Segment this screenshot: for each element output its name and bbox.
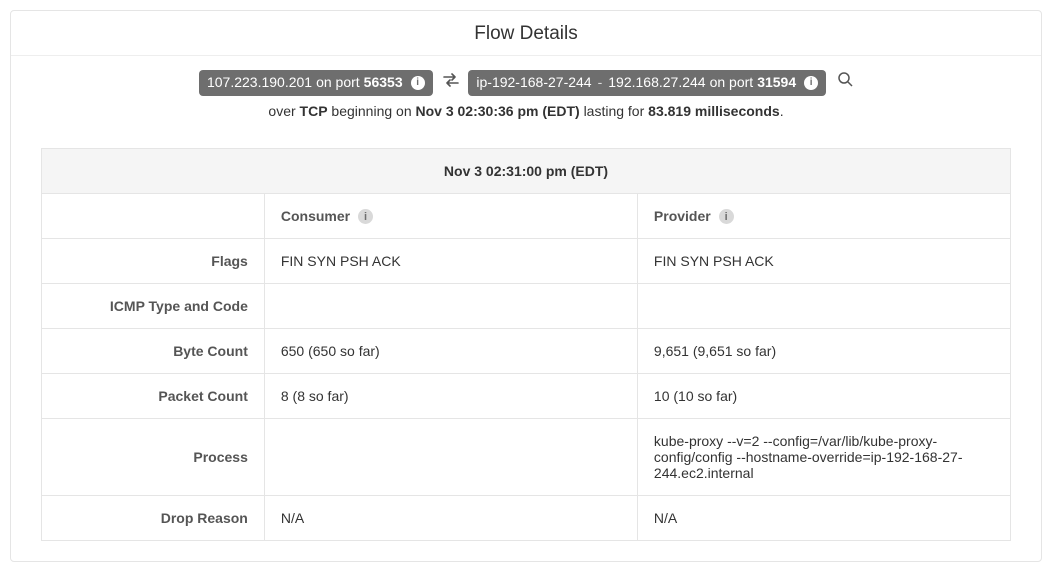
provider-port-label: on port xyxy=(710,71,754,95)
cell-packets-consumer: 8 (8 so far) xyxy=(264,374,637,419)
protocol: TCP xyxy=(300,103,328,119)
row-label-flags: Flags xyxy=(42,239,265,284)
flow-summary-line2: over TCP beginning on Nov 3 02:30:36 pm … xyxy=(31,100,1021,124)
cell-icmp-consumer xyxy=(264,284,637,329)
text: over xyxy=(268,103,295,119)
row-label-bytes: Byte Count xyxy=(42,329,265,374)
swap-icon[interactable] xyxy=(443,71,459,95)
cell-drop-consumer: N/A xyxy=(264,496,637,541)
info-icon[interactable]: i xyxy=(719,209,734,224)
table-row: Byte Count 650 (650 so far) 9,651 (9,651… xyxy=(42,329,1011,374)
info-icon[interactable]: i xyxy=(411,76,425,90)
consumer-ip: 107.223.190.201 xyxy=(207,71,312,95)
info-icon[interactable]: i xyxy=(804,76,818,90)
table-row: Process kube-proxy --v=2 --config=/var/l… xyxy=(42,419,1011,496)
cell-flags-provider: FIN SYN PSH ACK xyxy=(637,239,1010,284)
provider-ip: 192.168.27.244 xyxy=(608,71,705,95)
table-timestamp-row: Nov 3 02:31:00 pm (EDT) xyxy=(42,148,1011,193)
table-header-row: Consumer i Provider i xyxy=(42,193,1011,239)
table-row: Flags FIN SYN PSH ACK FIN SYN PSH ACK xyxy=(42,239,1011,284)
header-label: Consumer xyxy=(281,208,350,224)
table-header-empty xyxy=(42,193,265,239)
cell-bytes-consumer: 650 (650 so far) xyxy=(264,329,637,374)
flow-summary-line1: 107.223.190.201 on port 56353 i ip-192-1… xyxy=(31,70,1021,96)
start-time: Nov 3 02:30:36 pm (EDT) xyxy=(416,103,580,119)
cell-flags-consumer: FIN SYN PSH ACK xyxy=(264,239,637,284)
flow-summary: 107.223.190.201 on port 56353 i ip-192-1… xyxy=(11,70,1041,130)
consumer-port: 56353 xyxy=(364,71,403,95)
table-timestamp: Nov 3 02:31:00 pm (EDT) xyxy=(42,148,1011,193)
provider-port: 31594 xyxy=(757,71,796,95)
cell-process-consumer xyxy=(264,419,637,496)
header-label: Provider xyxy=(654,208,711,224)
table-row: Packet Count 8 (8 so far) 10 (10 so far) xyxy=(42,374,1011,419)
table-header-provider: Provider i xyxy=(637,193,1010,239)
cell-process-provider: kube-proxy --v=2 --config=/var/lib/kube-… xyxy=(637,419,1010,496)
page-title: Flow Details xyxy=(11,11,1041,55)
table-row: ICMP Type and Code xyxy=(42,284,1011,329)
cell-packets-provider: 10 (10 so far) xyxy=(637,374,1010,419)
flow-table: Nov 3 02:31:00 pm (EDT) Consumer i Provi… xyxy=(41,148,1011,542)
consumer-pill[interactable]: 107.223.190.201 on port 56353 i xyxy=(199,70,433,96)
table-header-consumer: Consumer i xyxy=(264,193,637,239)
cell-drop-provider: N/A xyxy=(637,496,1010,541)
text: lasting for xyxy=(584,103,645,119)
duration: 83.819 milliseconds xyxy=(648,103,780,119)
row-label-process: Process xyxy=(42,419,265,496)
row-label-drop: Drop Reason xyxy=(42,496,265,541)
cell-icmp-provider xyxy=(637,284,1010,329)
consumer-port-label: on port xyxy=(316,71,360,95)
text: . xyxy=(780,103,784,119)
cell-bytes-provider: 9,651 (9,651 so far) xyxy=(637,329,1010,374)
flow-table-wrap: Nov 3 02:31:00 pm (EDT) Consumer i Provi… xyxy=(41,148,1011,542)
search-icon[interactable] xyxy=(838,71,853,95)
pill-separator: - xyxy=(596,71,605,95)
divider xyxy=(11,55,1041,56)
provider-host: ip-192-168-27-244 xyxy=(476,71,591,95)
info-icon[interactable]: i xyxy=(358,209,373,224)
row-label-packets: Packet Count xyxy=(42,374,265,419)
text: beginning on xyxy=(331,103,411,119)
flow-details-card: Flow Details 107.223.190.201 on port 563… xyxy=(10,10,1042,562)
table-row: Drop Reason N/A N/A xyxy=(42,496,1011,541)
row-label-icmp: ICMP Type and Code xyxy=(42,284,265,329)
provider-pill[interactable]: ip-192-168-27-244 - 192.168.27.244 on po… xyxy=(468,70,826,96)
